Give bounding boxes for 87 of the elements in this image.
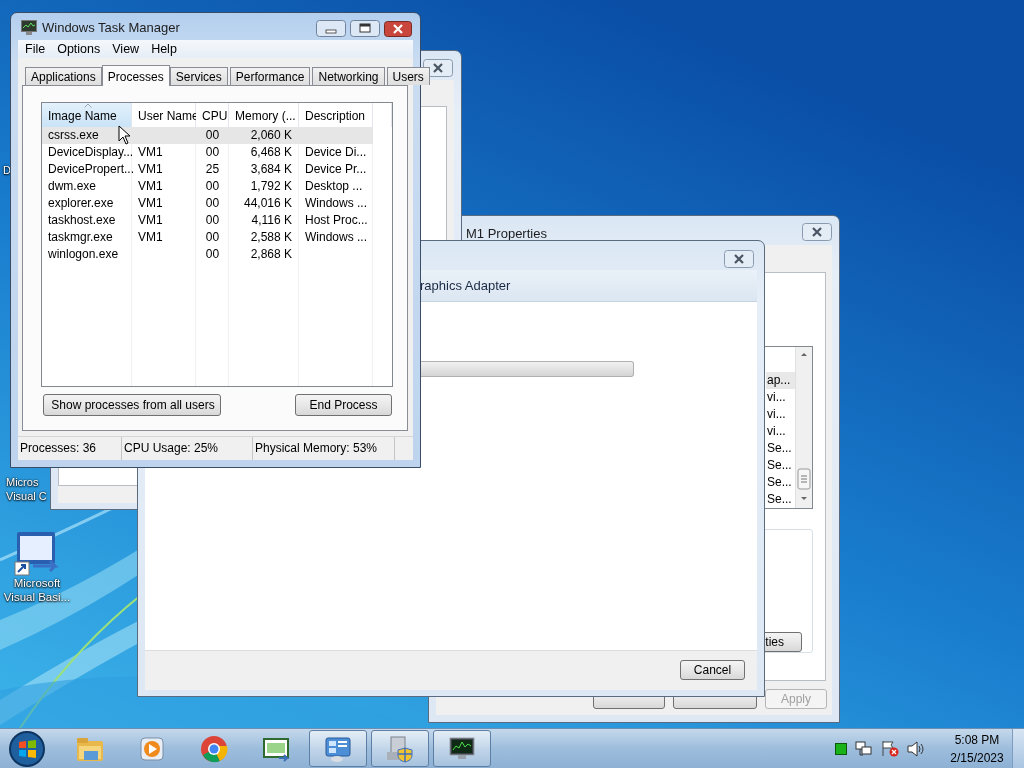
scrollbar[interactable] — [795, 347, 812, 508]
window-title: M1 Properties — [466, 226, 547, 241]
list-item[interactable]: vi... — [766, 406, 796, 423]
table-cell: 00 — [205, 229, 220, 244]
table-cell: VM1 — [138, 229, 163, 244]
monitor-icon[interactable] — [449, 737, 475, 759]
column-header[interactable]: CPU — [196, 102, 229, 127]
close-button[interactable] — [802, 223, 832, 244]
table-cell: dwm.exe — [48, 178, 97, 193]
tab[interactable]: Performance — [229, 66, 311, 85]
table-cell: Desktop ... — [305, 178, 363, 193]
dialog-heading: raphics Adapter — [420, 278, 511, 293]
table-cell: Host Proc... — [305, 212, 368, 227]
close-button[interactable] — [724, 250, 754, 271]
table-cell: 2,060 K — [250, 127, 292, 142]
table-cell: 00 — [205, 246, 220, 261]
menu-item[interactable]: View — [106, 40, 146, 58]
clock-time[interactable]: 5:08 PM — [954, 730, 1000, 749]
network-icon[interactable] — [855, 740, 873, 757]
status-text: CPU Usage: 25% — [122, 437, 253, 460]
table-cell: 25 — [205, 161, 220, 176]
table-cell: explorer.exe — [48, 195, 114, 210]
column-header[interactable]: Image Name — [42, 102, 132, 127]
status-text: Physical Memory: 53% — [253, 437, 395, 460]
table-cell: Device Di... — [305, 144, 367, 159]
table-cell: 2,868 K — [250, 246, 292, 261]
table-cell: taskmgr.exe — [48, 229, 113, 244]
desktop-icon-label[interactable]: D — [3, 163, 11, 177]
list-item[interactable]: Se... — [766, 474, 796, 491]
table-cell: 4,116 K — [251, 212, 292, 227]
chrome-icon[interactable] — [201, 735, 228, 762]
tab[interactable]: Users — [386, 66, 430, 85]
monitor-icon — [21, 20, 37, 35]
control-panel-icon[interactable] — [325, 737, 351, 762]
status-square-icon[interactable] — [835, 742, 847, 755]
flag-error-icon[interactable] — [881, 740, 899, 757]
tab[interactable]: Networking — [312, 66, 385, 85]
table-cell: 1,792 K — [250, 178, 292, 193]
window-title: Windows Task Manager — [42, 20, 180, 35]
table-cell: Windows ... — [305, 229, 367, 244]
table-cell: 00 — [205, 195, 220, 210]
status-text: Processes: 36 — [18, 437, 122, 460]
table-cell: VM1 — [138, 161, 163, 176]
menu-item[interactable]: Options — [51, 40, 107, 58]
list-item[interactable]: Se... — [766, 491, 796, 508]
menu-item[interactable]: File — [19, 40, 52, 58]
end-process-button[interactable]: End Process — [295, 393, 392, 416]
table-cell: 2,588 K — [250, 229, 292, 244]
table-cell: DevicePropert... — [48, 161, 135, 176]
table-cell: 00 — [205, 127, 220, 142]
close-button[interactable] — [384, 20, 412, 40]
clock-date[interactable]: 2/15/2023 — [950, 748, 1004, 767]
table-cell: winlogon.exe — [48, 246, 119, 261]
table-cell: VM1 — [138, 178, 163, 193]
list-item[interactable]: Se... — [766, 457, 796, 474]
table-cell: Device Pr... — [305, 161, 367, 176]
table-cell: 6,468 K — [250, 144, 292, 159]
visual-basic-icon[interactable] — [13, 530, 61, 576]
table-cell: 00 — [205, 178, 220, 193]
table-cell: 00 — [205, 212, 220, 227]
table-cell: VM1 — [138, 212, 163, 227]
tab[interactable]: Services — [169, 66, 228, 85]
tab[interactable]: Processes — [101, 64, 170, 86]
table-cell: VM1 — [138, 195, 163, 210]
tab[interactable]: Applications — [25, 66, 102, 85]
list-item[interactable]: Se... — [766, 440, 796, 457]
maximize-button[interactable] — [350, 20, 380, 40]
show-all-processes-button[interactable]: Show processes from all users — [43, 393, 221, 416]
list-item[interactable]: vi... — [766, 423, 796, 440]
table-cell: 00 — [205, 144, 220, 159]
table-cell: taskhost.exe — [48, 212, 116, 227]
table-cell: Windows ... — [305, 195, 367, 210]
table-cell: DeviceDisplay... — [48, 144, 134, 159]
cancel-button[interactable]: Cancel — [680, 660, 745, 680]
table-cell: csrss.exe — [48, 127, 99, 142]
code-file-icon[interactable] — [263, 737, 290, 762]
menu-item[interactable]: Help — [145, 40, 183, 58]
start-button[interactable] — [8, 729, 46, 768]
media-player-icon[interactable] — [140, 737, 164, 760]
speaker-icon[interactable] — [907, 740, 924, 757]
cursor-icon — [118, 125, 131, 145]
table-cell: 3,684 K — [250, 161, 292, 176]
table-cell: VM1 — [138, 144, 163, 159]
list-item[interactable]: vi... — [766, 389, 796, 406]
computer-shield-icon[interactable] — [387, 736, 413, 763]
table-cell: 44,016 K — [243, 195, 292, 210]
list-item[interactable]: ap... — [766, 372, 796, 389]
